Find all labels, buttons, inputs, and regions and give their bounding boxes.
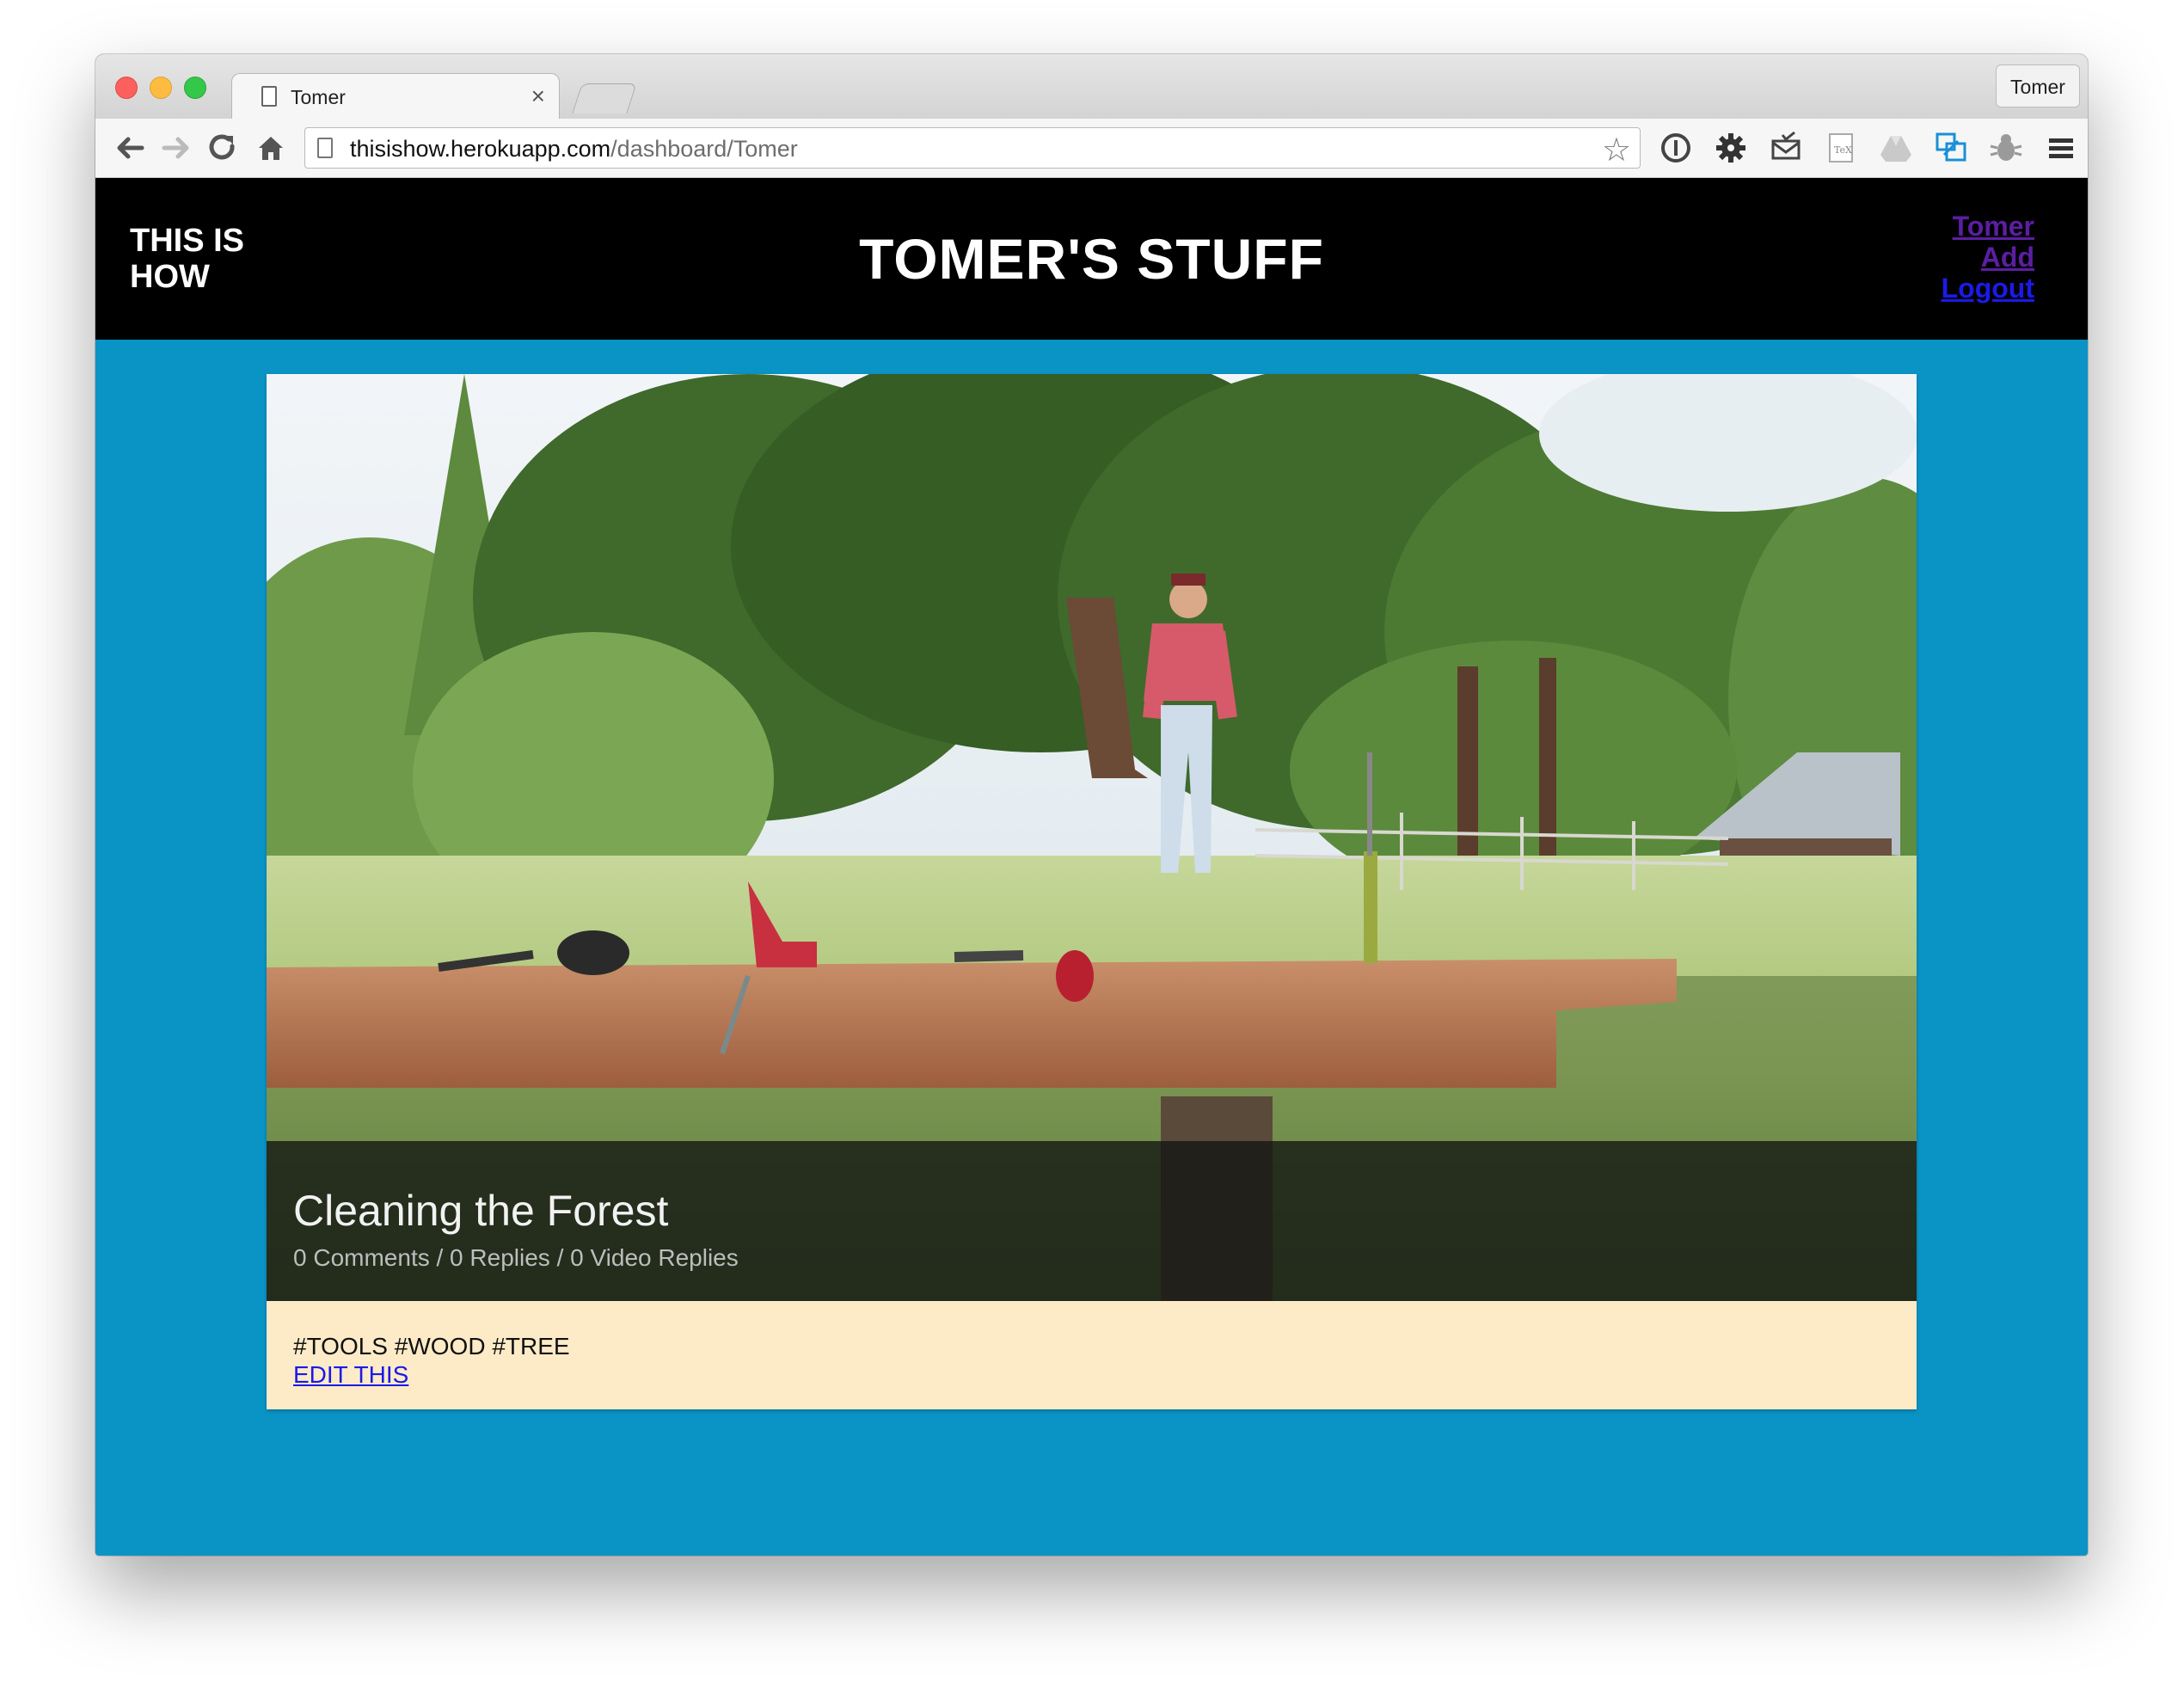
tex-icon[interactable]: TeX (1824, 131, 1858, 165)
nav-link-profile[interactable]: Tomer (1942, 211, 2034, 242)
page-icon (317, 138, 333, 158)
post-stats: 0 Comments / 0 Replies / 0 Video Replies (293, 1244, 739, 1271)
screen-capture-icon[interactable] (1934, 131, 1968, 165)
page-title: TOMER'S STUFF (859, 227, 1324, 291)
bug-icon[interactable] (1989, 131, 2023, 165)
post-video-thumbnail[interactable]: Cleaning the Forest 0 Comments / 0 Repli… (267, 374, 1917, 1301)
mail-icon[interactable] (1769, 131, 1803, 165)
home-icon[interactable] (252, 129, 290, 167)
url-text[interactable]: thisishow.herokuapp.com/dashboard/Tomer (350, 136, 798, 163)
reload-icon[interactable] (204, 129, 242, 167)
nav-link-add[interactable]: Add (1942, 242, 2034, 273)
tab-title: Tomer (291, 86, 346, 108)
post-caption: Cleaning the Forest 0 Comments / 0 Repli… (267, 1141, 1917, 1301)
drive-icon[interactable] (1879, 131, 1913, 165)
minimize-window-button[interactable] (150, 77, 172, 99)
menu-icon[interactable] (2044, 131, 2078, 165)
browser-window: Tomer × Tomer thisishow.herokuapp.com/da… (95, 54, 2088, 1556)
zoom-window-button[interactable] (184, 77, 206, 99)
page-icon (261, 86, 277, 107)
close-window-button[interactable] (115, 77, 138, 99)
post-tags: #TOOLS #WOOD #TREE (293, 1333, 570, 1359)
user-nav: Tomer Add Logout (1942, 211, 2034, 304)
back-arrow-icon[interactable] (111, 129, 149, 167)
browser-toolbar: thisishow.herokuapp.com/dashboard/Tomer … (95, 119, 2088, 178)
star-icon[interactable]: ☆ (1602, 131, 1631, 169)
edit-post-link[interactable]: EDIT THIS (293, 1361, 408, 1389)
new-tab-button[interactable] (572, 83, 637, 114)
forward-arrow-icon[interactable] (157, 129, 195, 167)
gear-icon[interactable] (1714, 131, 1748, 165)
post-card: Cleaning the Forest 0 Comments / 0 Repli… (267, 374, 1917, 1409)
onepassword-icon[interactable] (1659, 131, 1693, 165)
profile-button[interactable]: Tomer (1996, 64, 2080, 107)
post-title[interactable]: Cleaning the Forest (293, 1186, 668, 1236)
svg-text:TeX: TeX (1834, 144, 1852, 156)
address-bar[interactable]: thisishow.herokuapp.com/dashboard/Tomer … (304, 127, 1641, 169)
site-header: THIS IS HOW TOMER'S STUFF Tomer Add Logo… (95, 178, 2088, 340)
tab-strip: Tomer × Tomer (95, 54, 2088, 120)
close-tab-icon[interactable]: × (531, 83, 545, 110)
browser-tab[interactable]: Tomer × (231, 73, 560, 120)
nav-link-logout[interactable]: Logout (1942, 273, 2034, 304)
